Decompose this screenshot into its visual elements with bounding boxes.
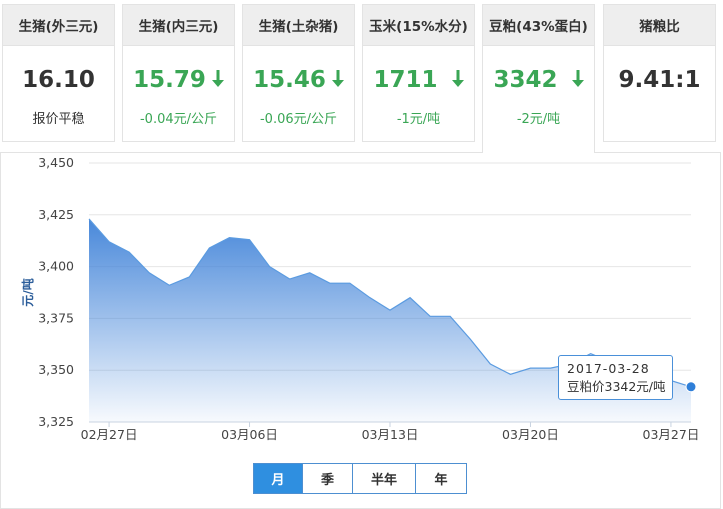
- card-corn[interactable]: 玉米(15%水分) 1711 -1元/吨: [362, 4, 475, 142]
- down-arrow-icon: [331, 70, 344, 87]
- card-change: 报价平稳: [32, 112, 85, 127]
- card-title: 玉米(15%水分): [363, 5, 474, 46]
- range-month-button[interactable]: 月: [254, 464, 302, 493]
- price-cards: 生猪(外三元) 16.10 报价平稳 生猪(内三元) 15.79 -0.04元/…: [0, 0, 723, 153]
- card-price: 15.79: [123, 67, 234, 93]
- tooltip-date: 2017-03-28: [567, 361, 650, 376]
- x-tick-label: 03月20日: [502, 427, 559, 442]
- card-change: -0.04元/公斤: [139, 112, 218, 127]
- card-soymeal[interactable]: 豆粕(43%蛋白) 3342 -2元/吨: [482, 4, 595, 153]
- soymeal-price-chart: 3,325 3,350 3,375 3,400 3,425 3,450 02月27日 03月0…: [20, 155, 700, 442]
- tooltip-value: 豆粕价3342元/吨: [567, 379, 666, 394]
- card-price: 1711: [363, 67, 474, 93]
- range-year-button[interactable]: 年: [415, 464, 466, 493]
- down-arrow-icon: [571, 70, 584, 87]
- card-title: 豆粕(43%蛋白): [483, 5, 594, 46]
- x-tick-label: 02月27日: [81, 427, 138, 442]
- y-tick-label: 3,325: [38, 414, 74, 429]
- card-pig-inner[interactable]: 生猪(内三元) 15.79 -0.04元/公斤: [122, 4, 235, 142]
- y-tick-label: 3,400: [38, 259, 74, 274]
- range-halfyear-button[interactable]: 半年: [352, 464, 415, 493]
- x-tick-label: 03月06日: [221, 427, 278, 442]
- card-pig-grain-ratio[interactable]: 猪粮比 9.41:1: [603, 4, 716, 142]
- card-title: 生猪(内三元): [123, 5, 234, 46]
- card-price: 15.46: [243, 67, 354, 93]
- highlight-point: [685, 381, 697, 393]
- card-price: 9.41:1: [618, 67, 701, 93]
- y-axis-label: 元/吨: [20, 278, 35, 306]
- y-tick-label: 3,375: [38, 310, 74, 325]
- y-tick-label: 3,450: [38, 155, 74, 170]
- chart-tooltip: 2017-03-28 豆粕价3342元/吨: [558, 355, 673, 400]
- x-tick-label: 03月13日: [362, 427, 419, 442]
- card-change: -0.06元/公斤: [259, 112, 338, 127]
- card-title: 生猪(土杂猪): [243, 5, 354, 46]
- y-tick-label: 3,425: [38, 207, 74, 222]
- card-price: 3342: [483, 67, 594, 93]
- x-tick-label: 03月27日: [643, 427, 700, 442]
- card-price: 16.10: [22, 67, 95, 93]
- card-change: -2元/吨: [516, 112, 561, 127]
- y-tick-label: 3,350: [38, 362, 74, 377]
- range-quarter-button[interactable]: 季: [302, 464, 352, 493]
- card-title: 猪粮比: [604, 5, 715, 46]
- down-arrow-icon: [451, 70, 464, 87]
- card-title: 生猪(外三元): [3, 5, 114, 46]
- down-arrow-icon: [211, 70, 224, 87]
- card-change: -1元/吨: [396, 112, 441, 127]
- range-selector: 月 季 半年 年: [253, 463, 467, 494]
- card-pig-native[interactable]: 生猪(土杂猪) 15.46 -0.06元/公斤: [242, 4, 355, 142]
- card-pig-outer[interactable]: 生猪(外三元) 16.10 报价平稳: [2, 4, 115, 142]
